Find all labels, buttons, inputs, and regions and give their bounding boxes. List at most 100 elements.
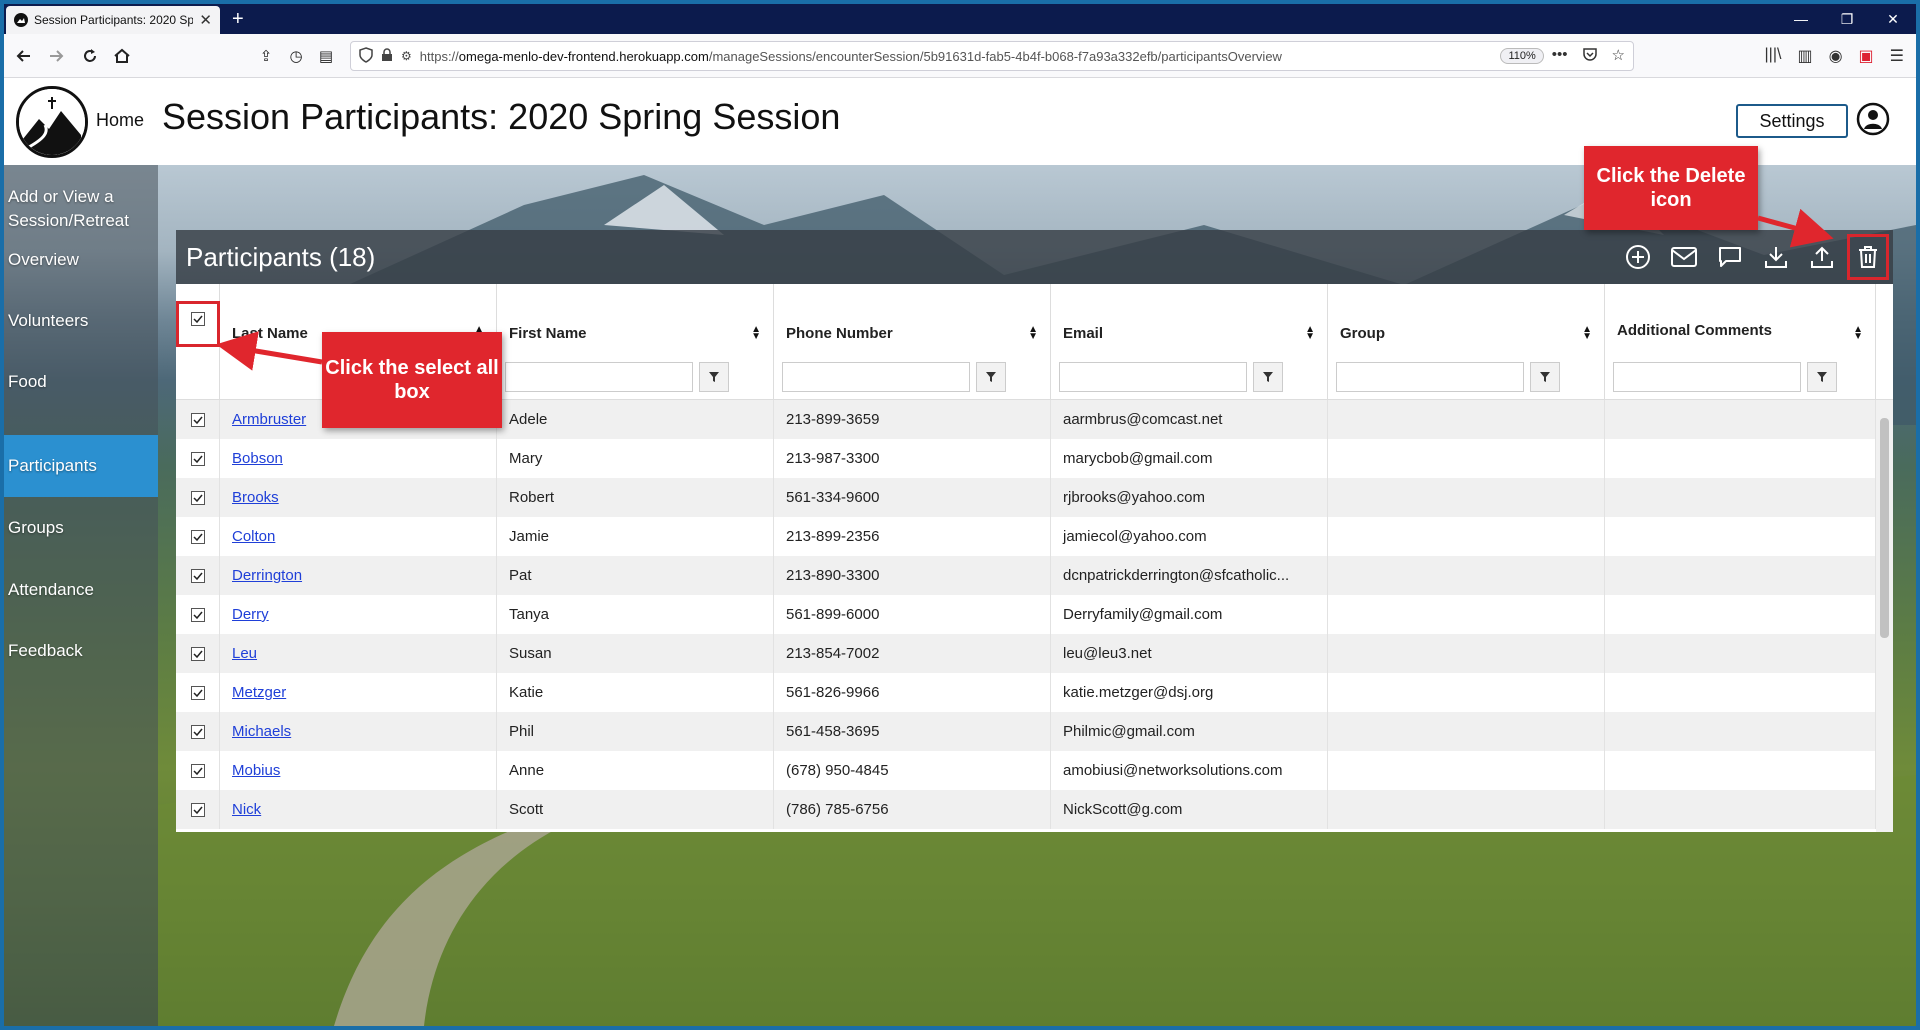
filter-icon[interactable]	[1807, 362, 1837, 392]
zoom-level[interactable]: 110%	[1500, 48, 1544, 64]
table-row[interactable]: Metzger Katie 561-826-9966 katie.metzger@ds…	[176, 673, 1876, 712]
filter-icon[interactable]	[699, 362, 729, 392]
menu-icon[interactable]: ☰	[1890, 46, 1904, 66]
participant-link[interactable]: Bobson	[232, 450, 283, 467]
participant-link[interactable]: Brooks	[232, 489, 279, 506]
folder-icon[interactable]: ▤	[314, 44, 338, 68]
participant-link[interactable]: Nick	[232, 801, 261, 818]
back-icon[interactable]	[12, 44, 36, 68]
add-participant-icon[interactable]	[1619, 236, 1657, 278]
filter-input-group[interactable]	[1336, 362, 1524, 392]
filter-icon[interactable]	[976, 362, 1006, 392]
sidebar-item-overview[interactable]: Overview	[4, 245, 158, 275]
mail-icon[interactable]	[1665, 236, 1703, 278]
tab-close-icon[interactable]: ✕	[199, 11, 212, 29]
table-row[interactable]: Colton Jamie 213-899-2356 jamiecol@yahoo.co…	[176, 517, 1876, 556]
url-text[interactable]: https://omega-menlo-dev-frontend.herokua…	[420, 49, 1493, 64]
close-window-icon[interactable]: ✕	[1870, 4, 1916, 34]
filter-icon[interactable]	[1530, 362, 1560, 392]
row-checkbox[interactable]	[191, 724, 205, 739]
row-checkbox[interactable]	[191, 685, 205, 700]
row-checkbox[interactable]	[191, 490, 205, 505]
sidebar-item-food[interactable]: Food	[4, 367, 158, 397]
sort-icon[interactable]: ▲▼	[1305, 325, 1315, 342]
sort-icon[interactable]: ▲▼	[751, 325, 761, 342]
sort-icon[interactable]: ▲▼	[1582, 325, 1592, 342]
scrollbar-thumb[interactable]	[1880, 418, 1889, 638]
filter-input-first-name[interactable]	[505, 362, 693, 392]
row-checkbox[interactable]	[191, 568, 205, 583]
table-row[interactable]: Leu Susan 213-854-7002 leu@leu3.net	[176, 634, 1876, 673]
library-icon[interactable]: |||\	[1765, 46, 1782, 66]
row-checkbox[interactable]	[191, 646, 205, 661]
reload-icon[interactable]	[78, 44, 102, 68]
sort-icon[interactable]: ▲▼	[1853, 325, 1863, 342]
table-row[interactable]: Brooks Robert 561-334-9600 rjbrooks@yahoo.c…	[176, 478, 1876, 517]
account-icon[interactable]: ◉	[1829, 46, 1843, 66]
table-row[interactable]: Nick Scott (786) 785-6756 NickScott@g.com	[176, 790, 1876, 829]
chat-icon[interactable]	[1711, 236, 1749, 278]
browser-tab[interactable]: Session Participants: 2020 Sprin ✕	[6, 6, 220, 34]
column-header-phone[interactable]: Phone Number ▲ ▼	[774, 284, 1051, 354]
home-link[interactable]: Home	[96, 110, 144, 131]
settings-button[interactable]: Settings	[1736, 104, 1848, 138]
filter-input-email[interactable]	[1059, 362, 1247, 392]
sidebar-item-groups[interactable]: Groups	[4, 513, 158, 543]
row-checkbox[interactable]	[191, 451, 205, 466]
delete-trash-icon[interactable]	[1847, 234, 1889, 280]
participant-link[interactable]: Derrington	[232, 567, 302, 584]
home-browser-icon[interactable]	[110, 44, 134, 68]
participant-link[interactable]: Leu	[232, 645, 257, 662]
column-header-email[interactable]: Email ▲ ▼	[1051, 284, 1328, 354]
table-row[interactable]: Mobius Anne (678) 950-4845 amobiusi@network…	[176, 751, 1876, 790]
participant-link[interactable]: Armbruster	[232, 411, 306, 428]
bookmark-star-icon[interactable]: ☆	[1612, 46, 1625, 66]
row-checkbox[interactable]	[191, 763, 205, 778]
filter-input-comments[interactable]	[1613, 362, 1801, 392]
user-avatar-icon[interactable]	[1856, 102, 1890, 136]
permissions-icon[interactable]: ⚙	[401, 49, 412, 63]
restore-icon[interactable]: ❐	[1824, 4, 1870, 34]
column-header-group[interactable]: Group ▲ ▼	[1328, 284, 1605, 354]
table-row[interactable]: Michaels Phil 561-458-3695 Philmic@gmail.co…	[176, 712, 1876, 751]
participant-link[interactable]: Derry	[232, 606, 269, 623]
pocket-icon[interactable]	[1582, 46, 1598, 66]
new-tab-button[interactable]: +	[232, 8, 244, 31]
column-header-comments[interactable]: Additional Comments ▲ ▼	[1605, 284, 1876, 354]
table-row[interactable]: Bobson Mary 213-987-3300 marycbob@gmail.com	[176, 439, 1876, 478]
pocket-list-icon[interactable]: ⇪	[254, 44, 278, 68]
participant-link[interactable]: Metzger	[232, 684, 286, 701]
sidebar-item-attendance[interactable]: Attendance	[4, 575, 158, 605]
row-checkbox[interactable]	[191, 529, 205, 544]
sidebar-item-feedback[interactable]: Feedback	[4, 636, 158, 666]
table-row[interactable]: Derry Tanya 561-899-6000 Derryfamily@gmail.…	[176, 595, 1876, 634]
download-icon[interactable]	[1757, 236, 1795, 278]
filter-cell-empty	[176, 354, 220, 400]
more-actions-icon[interactable]: •••	[1552, 46, 1568, 66]
row-checkbox[interactable]	[191, 412, 205, 427]
address-bar[interactable]: ⚙ https://omega-menlo-dev-frontend.herok…	[350, 41, 1634, 71]
sidebar-item-volunteers[interactable]: Volunteers	[4, 306, 158, 336]
participant-link[interactable]: Mobius	[232, 762, 280, 779]
sidebar-item-add-session[interactable]: Add or View a Session/Retreat	[4, 183, 158, 235]
lock-icon[interactable]	[381, 47, 393, 65]
shield-icon[interactable]	[359, 46, 373, 66]
sidebar-item-participants[interactable]: Participants	[4, 435, 158, 497]
minimize-icon[interactable]: —	[1778, 4, 1824, 34]
row-checkbox[interactable]	[191, 607, 205, 622]
extension-icon[interactable]: ▣	[1859, 46, 1874, 66]
sidebar-toggle-icon[interactable]: ▥	[1797, 46, 1812, 66]
logo[interactable]	[16, 86, 88, 158]
forward-icon[interactable]	[44, 44, 68, 68]
filter-input-phone[interactable]	[782, 362, 970, 392]
participant-link[interactable]: Michaels	[232, 723, 291, 740]
table-row[interactable]: Derrington Pat 213-890-3300 dcnpatrickderri…	[176, 556, 1876, 595]
table-scrollbar[interactable]	[1876, 400, 1893, 832]
history-icon[interactable]: ◷	[284, 44, 308, 68]
participant-link[interactable]: Colton	[232, 528, 275, 545]
column-header-first-name[interactable]: First Name ▲ ▼	[497, 284, 774, 354]
row-checkbox[interactable]	[191, 802, 205, 817]
sort-icon[interactable]: ▲▼	[1028, 325, 1038, 342]
upload-icon[interactable]	[1803, 236, 1841, 278]
filter-icon[interactable]	[1253, 362, 1283, 392]
